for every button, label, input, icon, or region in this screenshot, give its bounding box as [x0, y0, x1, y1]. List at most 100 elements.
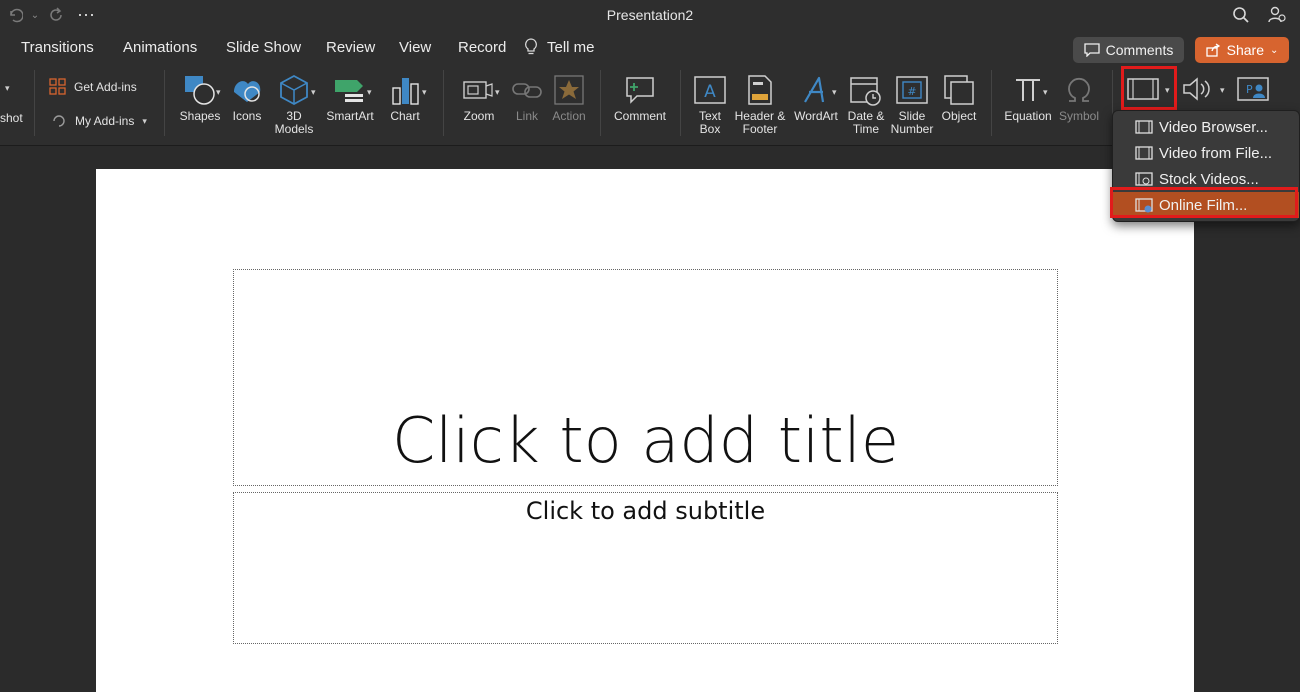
svg-text:A: A	[704, 82, 716, 102]
tab-animations[interactable]: Animations	[123, 39, 197, 56]
zoom-label: Zoom	[463, 109, 495, 123]
bar-chart-icon	[387, 72, 423, 108]
icons-label: Icons	[232, 109, 262, 123]
audio-button[interactable]	[1181, 74, 1215, 104]
film-strip-icon	[1135, 120, 1153, 134]
chart-button[interactable]: Chart	[383, 72, 427, 123]
equation-label: Equation	[1004, 109, 1052, 123]
tab-record[interactable]: Record	[458, 39, 506, 56]
calendar-clock-icon	[848, 72, 884, 108]
link-icon	[509, 72, 545, 108]
tab-slide-show[interactable]: Slide Show	[226, 39, 301, 56]
symbol-button[interactable]: Symbol	[1058, 72, 1100, 123]
menu-item-label: Video from File...	[1159, 144, 1273, 162]
video-button-highlight	[1121, 66, 1177, 110]
share-button-label: Share	[1226, 42, 1264, 58]
smartart-label: SmartArt	[326, 109, 374, 123]
chart-label: Chart	[390, 109, 420, 123]
date-time-button[interactable]: Date & Time	[846, 72, 886, 136]
share-icon	[1205, 43, 1220, 57]
link-button[interactable]: Link	[510, 72, 544, 123]
chevron-down-icon[interactable]: ▾	[311, 87, 316, 98]
slide-number-button[interactable]: # Slide Number	[890, 72, 934, 136]
shapes-label: Shapes	[179, 109, 221, 123]
title-placeholder[interactable]: Click to add title	[233, 269, 1058, 486]
comment-label: Comment	[613, 109, 666, 123]
share-dropdown-icon[interactable]: ⌄	[1270, 45, 1278, 56]
action-label: Action	[552, 109, 586, 123]
pi-icon	[1010, 72, 1046, 108]
slide-number-label: Slide Number	[890, 109, 934, 136]
title-placeholder-text: Click to add title	[391, 404, 900, 477]
chevron-down-icon[interactable]: ▾	[367, 87, 372, 98]
cameo-button[interactable]: P	[1236, 76, 1270, 104]
wordart-label: WordArt	[794, 109, 838, 123]
slide-number-icon: #	[894, 72, 930, 108]
chevron-down-icon[interactable]: ▾	[422, 87, 427, 98]
tab-review[interactable]: Review	[326, 39, 375, 56]
menu-item-label: Video Browser...	[1159, 118, 1268, 136]
date-time-label: Date & Time	[847, 109, 885, 136]
share-button[interactable]: Share ⌄	[1195, 37, 1289, 63]
text-box-icon: A	[692, 72, 728, 108]
action-star-icon	[551, 72, 587, 108]
text-box-label: Text Box	[698, 109, 721, 136]
chevron-down-icon[interactable]: ▾	[495, 87, 500, 98]
svg-text:P: P	[1246, 83, 1253, 96]
tab-transitions[interactable]: Transitions	[21, 39, 94, 56]
menu-item-video-browser[interactable]: Video Browser...	[1113, 114, 1299, 140]
object-label: Object	[941, 109, 977, 123]
document-title: Presentation2	[606, 7, 694, 23]
addins-icon	[53, 115, 65, 127]
screenshot-button-label[interactable]: shot	[0, 111, 23, 125]
shapes-icon	[182, 72, 218, 108]
link-label: Link	[515, 109, 538, 123]
my-addins-label: My Add-ins	[75, 114, 135, 128]
stock-video-icon	[1135, 172, 1153, 186]
object-icon	[941, 72, 977, 108]
tab-view[interactable]: View	[399, 39, 431, 56]
cameo-icon: P	[1237, 77, 1269, 101]
chevron-down-icon: ▾	[142, 115, 147, 126]
subtitle-placeholder-text: Click to add subtitle	[525, 497, 766, 525]
omega-icon	[1061, 72, 1097, 108]
speaker-icon	[1183, 77, 1210, 101]
menu-item-video-from-file[interactable]: Video from File...	[1113, 140, 1299, 166]
text-box-button[interactable]: A Text Box	[692, 72, 728, 136]
chevron-down-icon[interactable]: ▾	[216, 87, 221, 98]
chevron-down-icon[interactable]: ▾	[5, 83, 10, 94]
3d-models-label: 3D Models	[274, 109, 314, 136]
film-strip-icon	[1135, 146, 1153, 160]
wordart-icon	[798, 72, 834, 108]
icons-button[interactable]: Icons	[229, 72, 265, 123]
get-addins-button[interactable]: Get Add-ins	[49, 78, 137, 95]
object-button[interactable]: Object	[938, 72, 980, 123]
action-button[interactable]: Action	[549, 72, 589, 123]
symbol-label: Symbol	[1058, 109, 1099, 123]
cube-icon	[276, 72, 312, 108]
comment-bubble-icon	[1084, 43, 1100, 57]
chevron-down-icon[interactable]: ▾	[832, 87, 837, 98]
slide[interactable]: Click to add title Click to add subtitle	[96, 169, 1194, 692]
my-addins-button[interactable]: My Add-ins ▾	[51, 113, 147, 129]
comments-button-label: Comments	[1105, 42, 1174, 58]
smartart-icon	[332, 72, 368, 108]
tell-me-search[interactable]: Tell me	[547, 39, 595, 56]
svg-text:#: #	[907, 85, 916, 98]
comments-button[interactable]: Comments	[1073, 37, 1184, 63]
header-footer-button[interactable]: Header & Footer	[733, 72, 787, 136]
lightbulb-icon	[524, 38, 538, 60]
account-icon[interactable]	[1266, 4, 1288, 26]
header-footer-icon	[742, 72, 778, 108]
comment-button[interactable]: Comment	[612, 72, 668, 123]
3d-models-button[interactable]: 3D Models	[272, 72, 316, 136]
comment-add-icon	[622, 72, 658, 108]
search-icon[interactable]	[1230, 4, 1252, 26]
ribbon-insert: shot ▾ Get Add-ins My Add-ins ▾ Shapes ▾…	[0, 66, 1300, 146]
chevron-down-icon[interactable]: ▾	[1043, 87, 1048, 98]
subtitle-placeholder[interactable]: Click to add subtitle	[233, 492, 1058, 644]
audio-dropdown-icon[interactable]: ▾	[1220, 85, 1225, 96]
store-icon	[49, 78, 66, 95]
header-footer-label: Header & Footer	[734, 109, 786, 136]
online-film-highlight	[1110, 187, 1298, 218]
